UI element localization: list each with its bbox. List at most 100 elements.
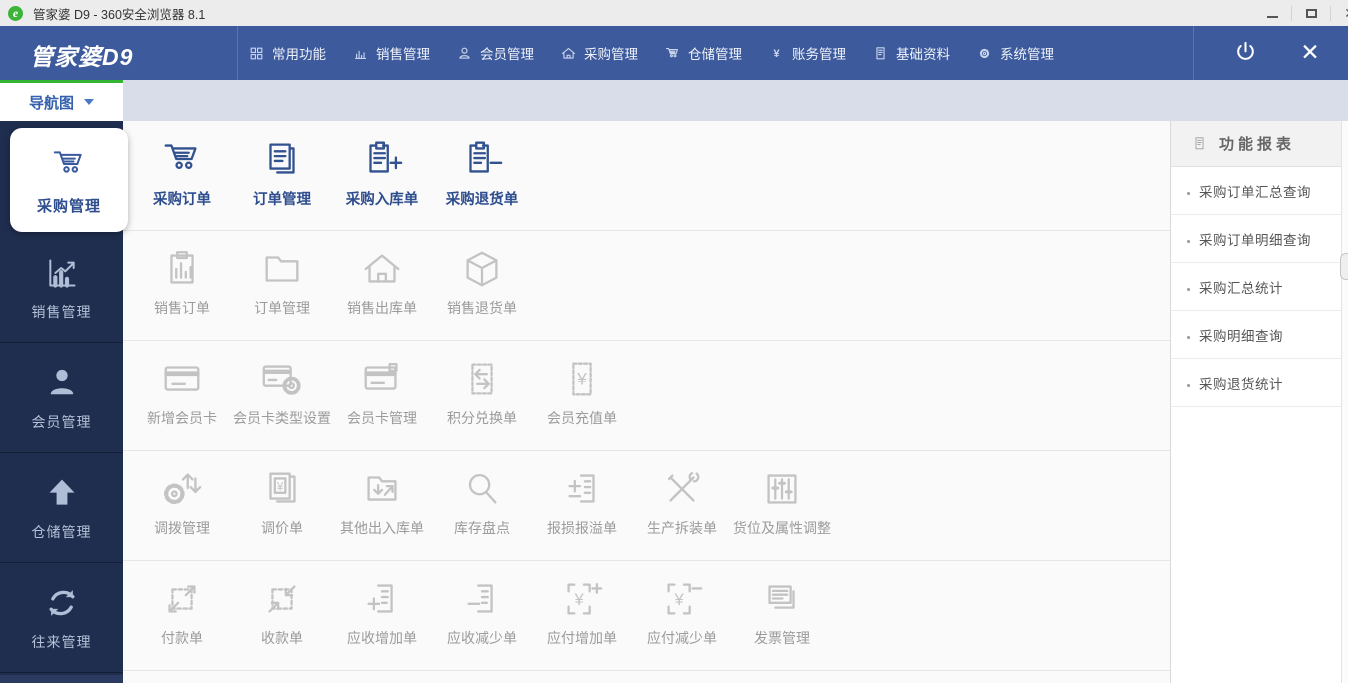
grid-row-partial <box>123 671 1170 682</box>
tools-icon <box>659 466 705 512</box>
sidebar-item-member-mgmt[interactable]: 会员管理 <box>0 343 123 453</box>
grid-item-0-0[interactable]: 采购订单 <box>132 136 232 230</box>
grid-item-3-6[interactable]: 货位及属性调整 <box>732 466 832 560</box>
grid-item-4-2[interactable]: 应收增加单 <box>332 576 432 670</box>
grid-item-1-3[interactable]: 销售退货单 <box>432 246 532 340</box>
grid-item-3-4[interactable]: 报损报溢单 <box>532 466 632 560</box>
nav-item-label: 采购管理 <box>584 43 638 63</box>
nav-item-label: 会员管理 <box>480 43 534 63</box>
grid-item-4-1[interactable]: 收款单 <box>232 576 332 670</box>
grid-item-3-0[interactable]: 调拨管理 <box>132 466 232 560</box>
bullet-dot-icon <box>1187 336 1190 339</box>
house-icon <box>359 246 405 292</box>
report-item-0[interactable]: 采购订单汇总查询 <box>1171 167 1341 215</box>
folder-arrows-icon <box>359 466 405 512</box>
yen-plus-icon: ¥ <box>559 576 605 622</box>
nav-item-label: 销售管理 <box>376 43 430 63</box>
invoice-icon <box>759 576 805 622</box>
sidebar: 采购管理销售管理会员管理仓储管理往来管理 <box>0 121 123 683</box>
sidebar-item-purchase-mgmt[interactable]: 采购管理 <box>10 128 128 232</box>
grid-item-2-1[interactable]: 会员卡类型设置 <box>232 356 332 450</box>
sidebar-item-next-partial[interactable] <box>0 675 123 683</box>
sidebar-item-label: 仓储管理 <box>32 522 92 542</box>
minimize-button[interactable] <box>1260 0 1284 26</box>
grid-item-3-1[interactable]: ¥调价单 <box>232 466 332 560</box>
svg-text:¥: ¥ <box>576 369 587 389</box>
tab-navigation-map[interactable]: 导航图 <box>0 80 123 121</box>
nav-item-system-mgmt[interactable]: 系统管理 <box>976 43 1054 63</box>
grid-item-label: 新增会员卡 <box>147 408 217 428</box>
grid-item-0-3[interactable]: 采购退货单 <box>432 136 532 230</box>
nav-item-common-functions[interactable]: 常用功能 <box>248 43 326 63</box>
docs2-icon <box>259 136 305 182</box>
nav-item-sales-mgmt[interactable]: 销售管理 <box>352 43 430 63</box>
grid-item-4-0[interactable]: 付款单 <box>132 576 232 670</box>
nav-item-label: 系统管理 <box>1000 43 1054 63</box>
sidebar-item-warehouse-mgmt[interactable]: 仓储管理 <box>0 453 123 563</box>
nav-item-warehouse-mgmt[interactable]: 仓储管理 <box>664 43 742 63</box>
clip-chart-icon <box>159 246 205 292</box>
grid-item-label: 会员充值单 <box>547 408 617 428</box>
grid-item-label: 采购订单 <box>153 188 211 209</box>
grid-item-2-3[interactable]: 积分兑换单 <box>432 356 532 450</box>
sidebar-item-sales-mgmt[interactable]: 销售管理 <box>0 233 123 343</box>
person-fill-icon <box>42 363 82 403</box>
report-item-1[interactable]: 采购订单明细查询 <box>1171 215 1341 263</box>
grid-item-label: 订单管理 <box>253 188 311 209</box>
main-grid: 采购订单订单管理采购入库单采购退货单销售订单订单管理销售出库单销售退货单新增会员… <box>123 121 1170 683</box>
report-item-label: 采购订单汇总查询 <box>1199 181 1311 201</box>
report-item-label: 采购订单明细查询 <box>1199 229 1311 249</box>
card-icon <box>159 356 205 402</box>
arrows-in-icon <box>259 576 305 622</box>
grid-item-1-0[interactable]: 销售订单 <box>132 246 232 340</box>
close-app-button[interactable]: ✕ <box>1296 37 1324 67</box>
grid-item-3-2[interactable]: 其他出入库单 <box>332 466 432 560</box>
grid-item-4-3[interactable]: 应收减少单 <box>432 576 532 670</box>
close-icon: ✕ <box>1344 5 1348 22</box>
nav-item-member-mgmt[interactable]: 会员管理 <box>456 43 534 63</box>
grid-item-0-1[interactable]: 订单管理 <box>232 136 332 230</box>
refresh-icon <box>42 583 82 623</box>
nav-item-label: 仓储管理 <box>688 43 742 63</box>
grid-item-1-2[interactable]: 销售出库单 <box>332 246 432 340</box>
grid-item-2-2[interactable]: 会员卡管理 <box>332 356 432 450</box>
grid-item-label: 生产拆装单 <box>647 518 717 538</box>
sidebar-item-dealings-mgmt[interactable]: 往来管理 <box>0 563 123 673</box>
control-divider <box>1291 6 1292 21</box>
report-panel-header: 功能报表 <box>1171 121 1341 167</box>
svg-text:¥: ¥ <box>674 591 685 609</box>
report-item-2[interactable]: 采购汇总统计 <box>1171 263 1341 311</box>
grid-item-label: 其他出入库单 <box>340 518 424 538</box>
nav-item-label: 账务管理 <box>792 43 846 63</box>
report-panel: 功能报表 采购订单汇总查询采购订单明细查询采购汇总统计采购明细查询采购退货统计 <box>1170 121 1341 683</box>
cube-icon <box>459 246 505 292</box>
report-item-4[interactable]: 采购退货统计 <box>1171 359 1341 407</box>
grid-item-label: 销售出库单 <box>347 298 417 318</box>
grid-item-4-6[interactable]: 发票管理 <box>732 576 832 670</box>
control-divider <box>1330 6 1331 21</box>
tab-label: 导航图 <box>29 92 74 113</box>
nav-item-label: 基础资料 <box>896 43 950 63</box>
close-window-button[interactable]: ✕ <box>1338 0 1348 26</box>
logout-power-button[interactable] <box>1232 39 1259 66</box>
chartbars-icon <box>352 45 369 62</box>
grid-item-3-3[interactable]: 库存盘点 <box>432 466 532 560</box>
grid-item-1-1[interactable]: 订单管理 <box>232 246 332 340</box>
grid-item-4-5[interactable]: ¥应付减少单 <box>632 576 732 670</box>
grid-item-label: 销售订单 <box>154 298 210 318</box>
grid-item-4-4[interactable]: ¥应付增加单 <box>532 576 632 670</box>
report-item-3[interactable]: 采购明细查询 <box>1171 311 1341 359</box>
grid-item-2-4[interactable]: ¥ 会员充值单 <box>532 356 632 450</box>
maximize-button[interactable] <box>1299 0 1323 26</box>
panel-scroll-handle[interactable] <box>1340 253 1348 280</box>
nav-item-base-data[interactable]: 基础资料 <box>872 43 950 63</box>
nav-item-finance-mgmt[interactable]: ¥账务管理 <box>768 43 846 63</box>
nav-item-purchase-mgmt[interactable]: 采购管理 <box>560 43 638 63</box>
grid-row-4: 付款单收款单应收增加单应收减少单¥应付增加单¥应付减少单发票管理 <box>123 561 1170 671</box>
app-navbar: 管家婆D9 常用功能销售管理会员管理采购管理仓储管理¥账务管理基础资料系统管理 … <box>0 26 1348 80</box>
grid-item-0-2[interactable]: 采购入库单 <box>332 136 432 230</box>
grid-item-2-0[interactable]: 新增会员卡 <box>132 356 232 450</box>
receipt-swap-icon <box>459 356 505 402</box>
doc-minus-icon <box>459 576 505 622</box>
grid-item-3-5[interactable]: 生产拆装单 <box>632 466 732 560</box>
